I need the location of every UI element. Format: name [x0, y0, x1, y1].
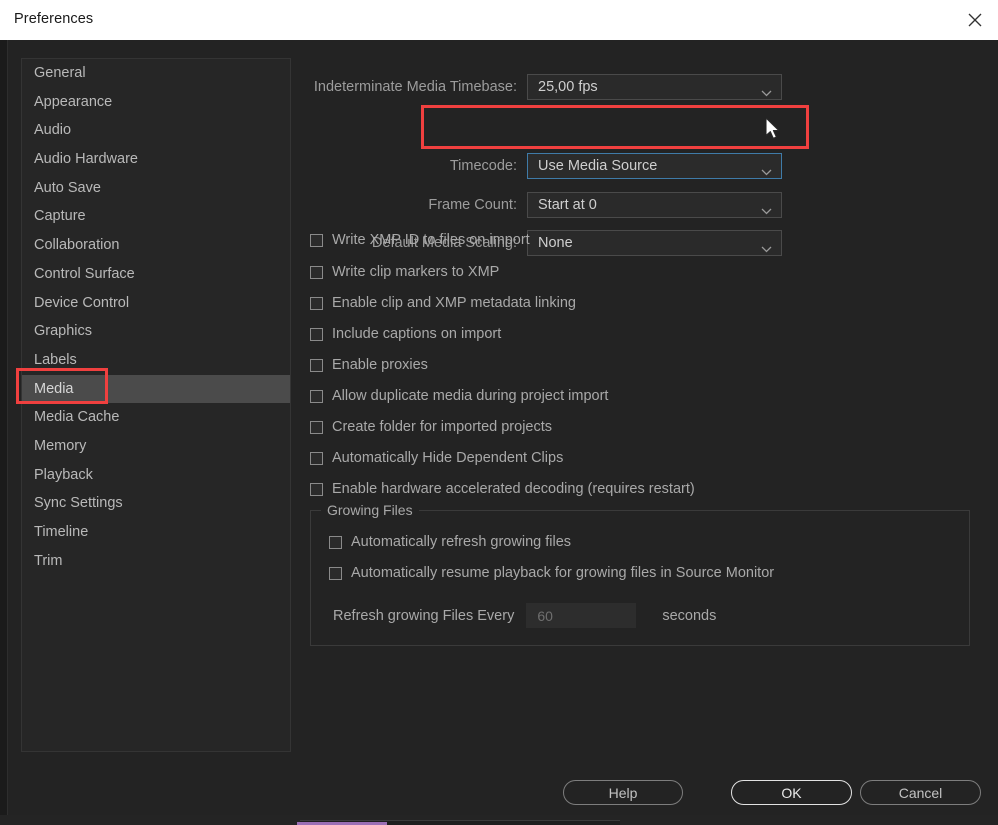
sidebar-item-auto-save[interactable]: Auto Save [22, 174, 290, 203]
window-title: Preferences [14, 11, 94, 27]
dropdown-indeterminate-media-timebase[interactable]: 25,00 fps [527, 74, 782, 100]
dropdown-value-timecode: Use Media Source [538, 158, 658, 174]
media-preferences-panel: Indeterminate Media Timebase: 25,00 fps … [295, 40, 998, 825]
checkbox-enable-hardware-accelerated-decoding[interactable]: Enable hardware accelerated decoding (re… [310, 481, 695, 497]
label-frame-count: Frame Count: [428, 197, 517, 213]
checkbox-create-folder-for-imported-projects[interactable]: Create folder for imported projects [310, 419, 552, 435]
checkbox-write-clip-markers-to-xmp[interactable]: Write clip markers to XMP [310, 264, 499, 280]
dropdown-value-default-media-scaling: None [538, 235, 573, 251]
preferences-category-list[interactable]: General Appearance Audio Audio Hardware … [21, 58, 291, 752]
title-bar: Preferences [0, 0, 998, 40]
checkbox-box-icon[interactable] [329, 566, 342, 580]
sidebar-item-graphics[interactable]: Graphics [22, 317, 290, 346]
checkbox-box-icon[interactable] [310, 482, 323, 496]
ok-button[interactable]: OK [731, 780, 852, 805]
checkbox-box-icon[interactable] [310, 296, 323, 310]
checkbox-enable-proxies[interactable]: Enable proxies [310, 357, 428, 373]
bottom-strip [0, 815, 998, 825]
label-timecode: Timecode: [449, 158, 517, 174]
sidebar-item-control-surface[interactable]: Control Surface [22, 260, 290, 289]
checkbox-label: Automatically refresh growing files [351, 534, 572, 550]
checkbox-label: Automatically resume playback for growin… [351, 565, 775, 581]
refresh-interval-label: Refresh growing Files Every [333, 607, 515, 624]
sidebar-item-media-cache[interactable]: Media Cache [22, 403, 290, 432]
checkbox-label: Include captions on import [332, 326, 502, 342]
growing-files-group: Growing Files Automatically refresh grow… [310, 502, 970, 646]
checkbox-box-icon[interactable] [310, 389, 323, 403]
checkbox-box-icon[interactable] [310, 420, 323, 434]
checkbox-label: Allow duplicate media during project imp… [332, 388, 609, 404]
sidebar-item-audio-hardware[interactable]: Audio Hardware [22, 145, 290, 174]
left-edge-rail [0, 40, 8, 825]
sidebar-item-capture[interactable]: Capture [22, 202, 290, 231]
preferences-dialog: Preferences General Appearance Audio Aud… [0, 0, 998, 825]
checkbox-label: Enable proxies [332, 357, 428, 373]
refresh-interval-value: 60 [537, 607, 553, 624]
checkbox-label: Write XMP ID to files on import [332, 232, 530, 248]
sidebar-item-playback[interactable]: Playback [22, 461, 290, 490]
checkbox-box-icon[interactable] [310, 233, 323, 247]
sidebar-item-device-control[interactable]: Device Control [22, 289, 290, 318]
checkbox-label: Create folder for imported projects [332, 419, 553, 435]
chevron-down-icon [761, 240, 772, 258]
checkbox-enable-clip-xmp-metadata-linking[interactable]: Enable clip and XMP metadata linking [310, 295, 576, 311]
field-row-timecode: Timecode: Use Media Source [295, 153, 782, 179]
refresh-interval-unit: seconds [662, 607, 717, 624]
sidebar-item-appearance[interactable]: Appearance [22, 88, 290, 117]
sidebar-item-labels[interactable]: Labels [22, 346, 290, 375]
dropdown-value-indeterminate-media-timebase: 25,00 fps [538, 79, 598, 95]
dropdown-frame-count[interactable]: Start at 0 [527, 192, 782, 218]
field-row-frame-count: Frame Count: Start at 0 [295, 192, 782, 218]
checkbox-label: Enable hardware accelerated decoding (re… [332, 481, 695, 497]
dropdown-value-frame-count: Start at 0 [538, 197, 597, 213]
help-button[interactable]: Help [563, 780, 683, 805]
close-icon[interactable] [952, 0, 998, 40]
refresh-interval-row: Refresh growing Files Every 60 seconds [333, 603, 716, 628]
sidebar-item-audio[interactable]: Audio [22, 116, 290, 145]
checkbox-box-icon[interactable] [310, 358, 323, 372]
checkbox-label: Automatically Hide Dependent Clips [332, 450, 564, 466]
cancel-button[interactable]: Cancel [860, 780, 981, 805]
label-indeterminate-media-timebase: Indeterminate Media Timebase: [313, 79, 517, 95]
checkbox-box-icon[interactable] [329, 535, 342, 549]
dropdown-default-media-scaling[interactable]: None [527, 230, 782, 256]
sidebar-item-timeline[interactable]: Timeline [22, 518, 290, 547]
sidebar-item-memory[interactable]: Memory [22, 432, 290, 461]
growing-files-title: Growing Files [321, 502, 419, 518]
checkbox-auto-hide-dependent-clips[interactable]: Automatically Hide Dependent Clips [310, 450, 563, 466]
checkbox-box-icon[interactable] [310, 451, 323, 465]
checkbox-box-icon[interactable] [310, 265, 323, 279]
checkbox-box-icon[interactable] [310, 327, 323, 341]
checkbox-label: Enable clip and XMP metadata linking [332, 295, 576, 311]
sidebar-item-sync-settings[interactable]: Sync Settings [22, 489, 290, 518]
sidebar-item-media[interactable]: Media [22, 374, 290, 404]
checkbox-include-captions-on-import[interactable]: Include captions on import [310, 326, 501, 342]
chevron-down-icon [761, 163, 772, 181]
sidebar-item-collaboration[interactable]: Collaboration [22, 231, 290, 260]
checkbox-write-xmp-id[interactable]: Write XMP ID to files on import [310, 232, 530, 248]
sidebar-item-general[interactable]: General [22, 59, 290, 88]
chevron-down-icon [761, 84, 772, 102]
checkbox-allow-duplicate-media[interactable]: Allow duplicate media during project imp… [310, 388, 608, 404]
sidebar-item-trim[interactable]: Trim [22, 547, 290, 576]
dialog-body: General Appearance Audio Audio Hardware … [0, 40, 998, 825]
field-row-indeterminate-media-timebase: Indeterminate Media Timebase: 25,00 fps [295, 74, 782, 100]
dropdown-timecode[interactable]: Use Media Source [527, 153, 782, 179]
checkbox-auto-refresh-growing-files[interactable]: Automatically refresh growing files [329, 534, 571, 550]
refresh-interval-input[interactable]: 60 [526, 603, 637, 628]
checkbox-label: Write clip markers to XMP [332, 264, 500, 280]
chevron-down-icon [761, 202, 772, 220]
checkbox-auto-resume-playback-growing-files[interactable]: Automatically resume playback for growin… [329, 565, 774, 581]
